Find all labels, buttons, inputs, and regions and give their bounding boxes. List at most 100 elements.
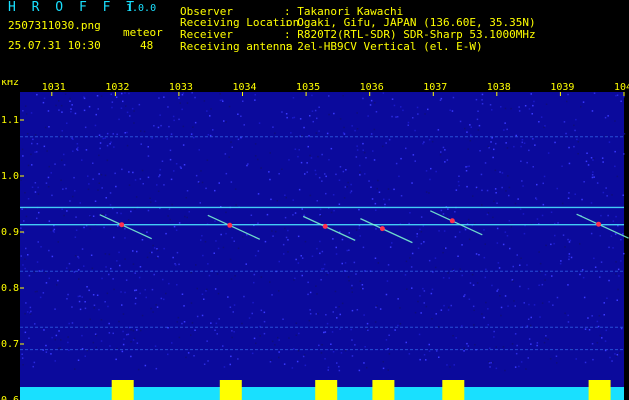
noise-dot xyxy=(419,295,421,297)
noise-dot xyxy=(139,266,142,268)
noise-dot xyxy=(257,193,260,195)
noise-dot xyxy=(287,251,289,253)
noise-dot xyxy=(509,247,511,250)
noise-dot xyxy=(591,343,594,345)
noise-dot xyxy=(34,191,37,193)
meter-spike xyxy=(219,380,242,400)
noise-dot xyxy=(201,235,203,237)
noise-dot xyxy=(230,278,233,280)
noise-dot xyxy=(568,192,570,194)
noise-dot xyxy=(59,347,61,349)
noise-dot xyxy=(214,220,216,222)
noise-dot xyxy=(523,142,526,144)
noise-dot xyxy=(373,159,376,161)
noise-dot xyxy=(374,321,377,323)
noise-dot xyxy=(586,152,588,154)
noise-dot xyxy=(293,279,295,281)
noise-dot xyxy=(611,360,613,362)
noise-dot xyxy=(533,100,535,103)
x-tick-label: 1034 xyxy=(232,82,256,93)
noise-dot xyxy=(325,192,327,195)
noise-dot xyxy=(551,275,553,277)
noise-dot xyxy=(303,126,305,129)
noise-dot xyxy=(66,267,68,269)
noise-dot xyxy=(447,208,449,210)
noise-dot xyxy=(447,309,450,311)
noise-dot xyxy=(351,355,354,357)
noise-dot xyxy=(319,208,322,211)
noise-dot xyxy=(147,146,149,148)
noise-dot xyxy=(508,194,510,197)
noise-dot xyxy=(587,317,589,319)
noise-dot xyxy=(87,175,89,177)
noise-dot xyxy=(323,263,326,266)
noise-dot xyxy=(590,202,593,204)
noise-dot xyxy=(155,367,158,370)
noise-dot xyxy=(425,305,428,308)
noise-dot xyxy=(309,154,311,157)
noise-dot xyxy=(356,145,358,147)
noise-dot xyxy=(134,302,137,305)
noise-dot xyxy=(167,353,169,356)
noise-dot xyxy=(61,130,63,132)
noise-dot xyxy=(370,99,373,102)
noise-dot xyxy=(437,129,440,131)
noise-dot xyxy=(122,100,124,103)
noise-dot xyxy=(278,173,280,175)
noise-dot xyxy=(391,115,393,118)
noise-dot xyxy=(592,358,594,361)
noise-dot xyxy=(359,280,361,282)
noise-dot xyxy=(293,348,295,350)
noise-dot xyxy=(359,171,361,173)
noise-dot xyxy=(454,211,456,213)
noise-dot xyxy=(324,331,327,333)
noise-dot xyxy=(139,329,142,332)
noise-dot xyxy=(615,94,617,97)
noise-dot xyxy=(612,220,615,222)
noise-dot xyxy=(139,178,142,180)
noise-dot xyxy=(567,238,569,241)
noise-dot xyxy=(411,287,413,289)
noise-dot xyxy=(538,121,540,123)
noise-dot xyxy=(81,334,83,337)
noise-dot xyxy=(48,126,50,128)
noise-dot xyxy=(617,288,619,291)
noise-dot xyxy=(361,284,364,286)
noise-dot xyxy=(366,366,368,369)
noise-dot xyxy=(24,331,27,334)
noise-dot xyxy=(68,262,71,265)
noise-dot xyxy=(387,264,390,266)
noise-dot xyxy=(116,133,118,136)
noise-dot xyxy=(486,213,489,216)
noise-dot xyxy=(278,356,280,359)
noise-dot xyxy=(205,187,207,190)
noise-dot xyxy=(34,291,37,293)
noise-dot xyxy=(341,262,343,265)
noise-dot xyxy=(98,134,101,136)
noise-dot xyxy=(126,131,128,134)
noise-dot xyxy=(599,235,601,237)
noise-dot xyxy=(604,116,607,119)
noise-dot xyxy=(579,273,581,276)
noise-dot xyxy=(38,270,41,272)
noise-dot xyxy=(225,172,228,175)
noise-dot xyxy=(112,278,114,280)
noise-dot xyxy=(344,262,347,264)
noise-dot xyxy=(530,316,532,319)
noise-dot xyxy=(459,231,461,233)
noise-dot xyxy=(446,159,449,161)
noise-dot xyxy=(24,258,26,260)
noise-dot xyxy=(514,305,516,307)
noise-dot xyxy=(616,299,618,301)
noise-dot xyxy=(134,179,137,181)
noise-dot xyxy=(564,246,566,248)
noise-dot xyxy=(623,153,625,155)
noise-dot xyxy=(45,344,47,347)
noise-dot xyxy=(314,109,317,112)
noise-dot xyxy=(391,98,394,100)
noise-dot xyxy=(605,187,607,189)
noise-dot xyxy=(307,293,309,296)
noise-dot xyxy=(72,195,74,198)
noise-dot xyxy=(316,117,318,120)
noise-dot xyxy=(175,229,178,231)
